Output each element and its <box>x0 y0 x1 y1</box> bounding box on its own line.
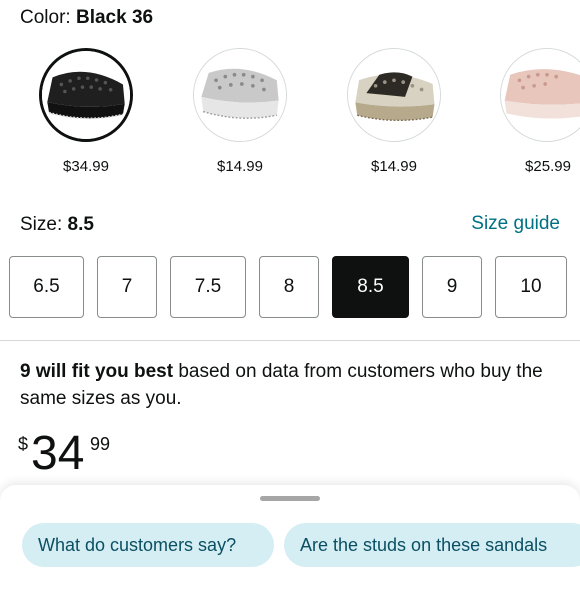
section-divider <box>0 340 580 341</box>
size-value: 8.5 <box>67 214 94 235</box>
size-option-7[interactable]: 7 <box>97 256 157 318</box>
size-option-6-5[interactable]: 6.5 <box>9 256 84 318</box>
question-chip-studs[interactable]: Are the studs on these sandals <box>284 523 580 567</box>
swatch-price-2: $14.99 <box>217 158 263 175</box>
swatch-price-3: $14.99 <box>371 158 417 175</box>
sandal-gold-image <box>348 49 440 141</box>
size-option-8[interactable]: 8 <box>259 256 319 318</box>
sandal-black-image <box>42 51 130 139</box>
color-value: Black 36 <box>75 7 154 28</box>
questions-bottom-sheet: What do customers say? Are the studs on … <box>0 485 580 605</box>
price-whole: 34 <box>31 427 85 480</box>
question-chip-customers-say[interactable]: What do customers say? <box>22 523 274 567</box>
size-guide-link[interactable]: Size guide <box>471 212 560 236</box>
fit-recommendation-bold: 9 will fit you best <box>20 361 174 382</box>
swatch-price-4: $25.99 <box>525 158 571 175</box>
size-option-8-5[interactable]: 8.5 <box>332 256 409 318</box>
color-swatch-silver[interactable] <box>193 48 287 142</box>
color-label: Color: <box>20 7 71 28</box>
sheet-drag-handle[interactable] <box>260 496 320 501</box>
size-option-7-5[interactable]: 7.5 <box>170 256 246 318</box>
size-option-10[interactable]: 10 <box>495 256 567 318</box>
color-swatch-pink[interactable] <box>500 48 580 142</box>
size-option-9[interactable]: 9 <box>422 256 482 318</box>
fit-recommendation: 9 will fit you best based on data from c… <box>20 358 565 412</box>
sandal-silver-image <box>194 49 286 141</box>
size-label: Size: <box>20 214 63 235</box>
swatch-price-1: $34.99 <box>63 158 109 175</box>
price-fraction: 99 <box>90 434 111 454</box>
size-label-line: Size: 8.5 <box>20 213 94 237</box>
color-swatch-gold[interactable] <box>347 48 441 142</box>
color-swatch-black[interactable] <box>39 48 133 142</box>
price-currency: $ <box>18 434 29 454</box>
color-label-line: Color: Black 36 <box>20 6 153 30</box>
sandal-pink-image <box>501 49 580 141</box>
